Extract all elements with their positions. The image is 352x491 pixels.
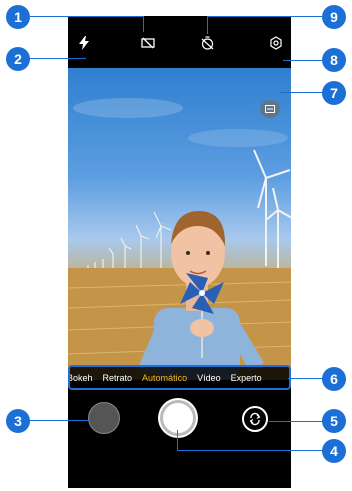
mode-selector[interactable]: Bokeh Retrato Automático Vídeo Experto	[68, 365, 291, 390]
callout-8: 8	[322, 48, 346, 72]
flash-icon[interactable]	[76, 35, 92, 51]
mode-experto[interactable]: Experto	[226, 373, 267, 383]
viewfinder-scene	[68, 98, 291, 380]
callout-2-leader	[30, 58, 86, 59]
callout-6: 6	[322, 367, 346, 391]
settings-icon[interactable]	[268, 35, 284, 51]
callout-1-leader	[30, 16, 143, 17]
callout-2: 2	[6, 47, 30, 71]
callout-5: 5	[322, 409, 346, 433]
callout-9-leader	[207, 16, 332, 17]
viewfinder[interactable]	[68, 68, 291, 380]
switch-camera-icon[interactable]	[242, 406, 268, 432]
mode-video[interactable]: Vídeo	[192, 373, 226, 383]
timer-off-icon[interactable]	[199, 35, 215, 51]
callout-9-leader-v	[207, 16, 208, 34]
gallery-thumbnail[interactable]	[88, 402, 120, 434]
mode-bokeh[interactable]: Bokeh	[70, 373, 98, 383]
mode-retrato[interactable]: Retrato	[98, 373, 138, 383]
scene-mode-icon[interactable]	[260, 100, 280, 118]
callout-9: 9	[322, 5, 346, 29]
hdr-off-icon[interactable]	[140, 35, 156, 51]
callout-7: 7	[322, 81, 346, 105]
callout-1-leader-v	[143, 16, 144, 32]
top-bar	[68, 16, 291, 68]
callout-3-leader	[30, 420, 90, 421]
shutter-button[interactable]	[160, 400, 196, 436]
callout-4-leader-v	[177, 430, 178, 450]
callout-1: 1	[6, 5, 30, 29]
mode-automatico[interactable]: Automático	[137, 373, 192, 383]
callout-4-leader	[177, 450, 332, 451]
callout-4: 4	[322, 439, 346, 463]
camera-screen: Bokeh Retrato Automático Vídeo Experto	[68, 16, 291, 488]
callout-3: 3	[6, 409, 30, 433]
